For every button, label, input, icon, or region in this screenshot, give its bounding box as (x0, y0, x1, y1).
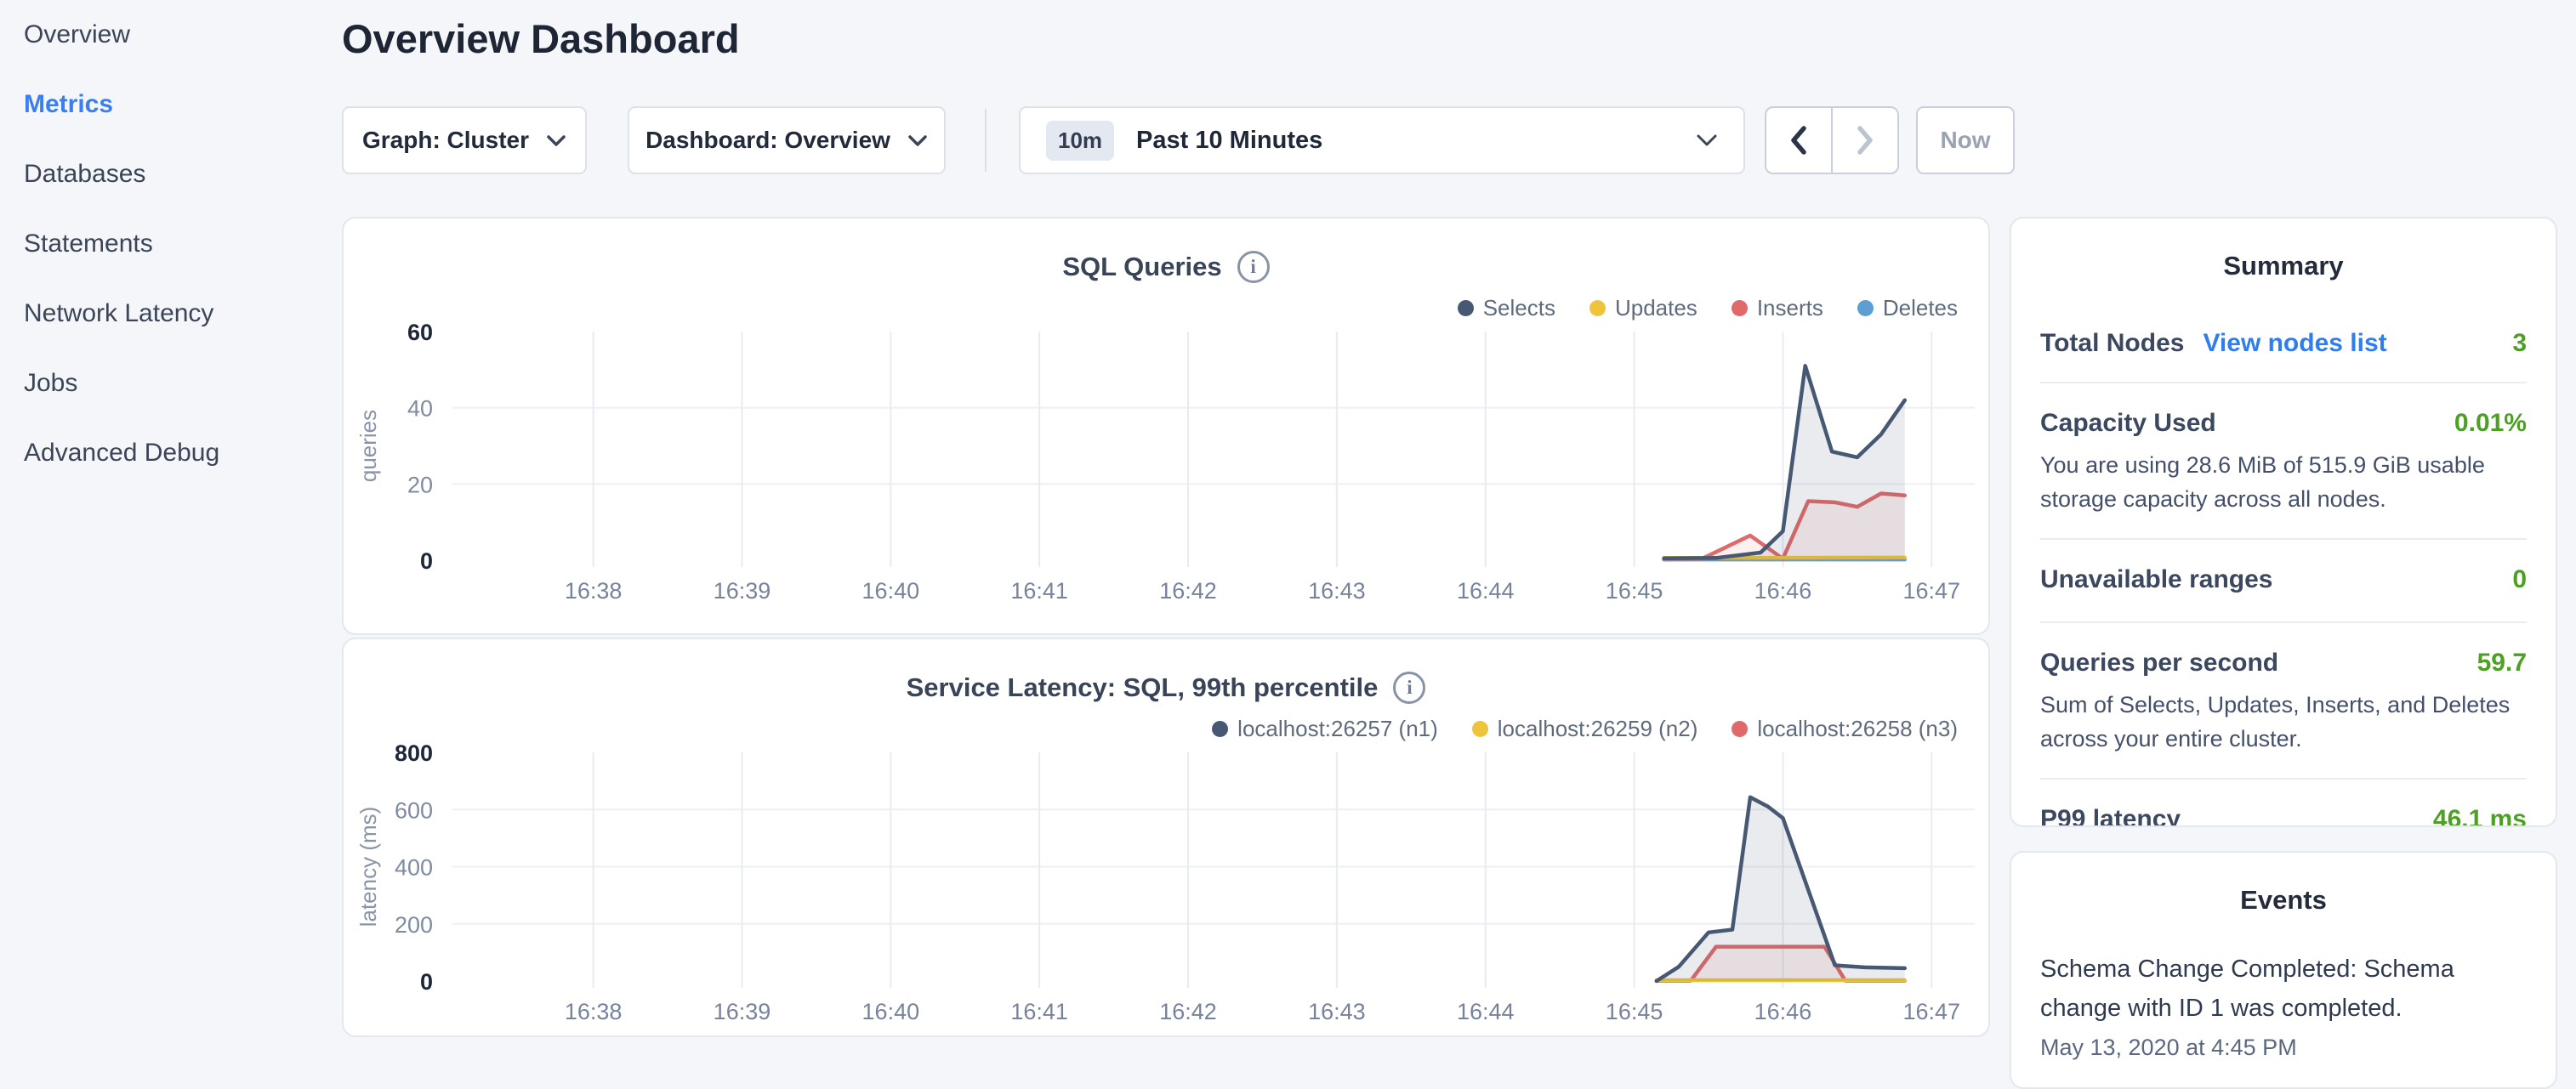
svg-text:20: 20 (407, 472, 433, 497)
chevron-down-icon (907, 134, 928, 147)
page-title: Overview Dashboard (342, 15, 740, 62)
svg-text:40: 40 (407, 396, 433, 422)
svg-text:800: 800 (395, 740, 433, 766)
dashboard-dropdown-label: Dashboard: Overview (645, 127, 890, 154)
dashboard-dropdown[interactable]: Dashboard: Overview (628, 106, 946, 174)
summary-row-value: 59.7 (2477, 649, 2527, 678)
svg-text:queries: queries (355, 410, 381, 482)
svg-text:0: 0 (420, 969, 433, 995)
svg-text:60: 60 (407, 320, 433, 345)
chevron-down-icon (1696, 133, 1718, 147)
svg-text:16:41: 16:41 (1010, 999, 1068, 1024)
svg-text:latency (ms): latency (ms) (355, 807, 381, 927)
summary-row-value: 0 (2512, 565, 2527, 594)
svg-text:16:45: 16:45 (1606, 999, 1663, 1024)
chevron-left-icon (1788, 124, 1809, 156)
summary-row-label: P99 latency (2040, 805, 2181, 827)
sidebar-item-network-latency[interactable]: Network Latency (0, 279, 340, 349)
svg-text:16:39: 16:39 (714, 999, 771, 1024)
summary-row-label: Capacity Used (2040, 409, 2216, 438)
svg-text:16:43: 16:43 (1308, 999, 1366, 1024)
summary-row-unavailable-ranges: Unavailable ranges 0 (2011, 565, 2556, 594)
svg-text:16:42: 16:42 (1159, 578, 1217, 604)
sidebar-item-advanced-debug[interactable]: Advanced Debug (0, 418, 340, 488)
summary-row-label: Queries per second (2040, 649, 2278, 678)
time-backward-button[interactable] (1766, 108, 1831, 173)
summary-row-capacity-used: Capacity Used 0.01% (2011, 409, 2556, 438)
view-nodes-list-link[interactable]: View nodes list (2203, 329, 2386, 358)
event-timestamp: May 13, 2020 at 4:45 PM (2011, 1035, 2556, 1061)
svg-text:400: 400 (395, 855, 433, 881)
divider (2040, 538, 2527, 540)
summary-row-p99-latency: P99 latency 46.1 ms (2011, 805, 2556, 827)
svg-text:200: 200 (395, 912, 433, 938)
svg-text:16:40: 16:40 (862, 578, 920, 604)
sidebar-item-databases[interactable]: Databases (0, 139, 340, 209)
graph-dropdown[interactable]: Graph: Cluster (342, 106, 587, 174)
summary-row-label: Unavailable ranges (2040, 565, 2272, 594)
sql-queries-plot: 16:38 16:39 16:40 16:41 16:42 16:43 16:44 16:45… (344, 218, 1990, 635)
time-range-selector[interactable]: 10m Past 10 Minutes (1019, 106, 1745, 174)
divider (2040, 621, 2527, 623)
svg-text:16:44: 16:44 (1457, 578, 1515, 604)
summary-row-value: 3 (2512, 329, 2527, 358)
svg-text:16:47: 16:47 (1903, 578, 1961, 604)
divider (2040, 778, 2527, 780)
summary-title: Summary (2011, 251, 2556, 281)
graph-dropdown-label: Graph: Cluster (362, 127, 529, 154)
chevron-right-icon (1855, 124, 1875, 156)
svg-text:16:47: 16:47 (1903, 999, 1961, 1024)
event-message: Schema Change Completed: Schema change w… (2011, 950, 2556, 1028)
events-title: Events (2011, 885, 2556, 916)
service-latency-plot: 16:38 16:39 16:40 16:41 16:42 16:43 16:44 16:45… (344, 639, 1990, 1037)
chevron-down-icon (546, 134, 566, 147)
summary-panel: Summary Total Nodes View nodes list 3 Ca… (2010, 217, 2557, 827)
summary-row-queries-per-second: Queries per second 59.7 (2011, 649, 2556, 678)
sql-queries-chart-card: SQL Queries i SelectsUpdatesInsertsDelet… (342, 217, 1990, 635)
toolbar-divider (985, 109, 987, 172)
svg-text:16:38: 16:38 (565, 999, 623, 1024)
sidebar: Overview Metrics Databases Statements Ne… (0, 0, 340, 1051)
svg-text:16:39: 16:39 (714, 578, 771, 604)
summary-row-total-nodes: Total Nodes View nodes list 3 (2011, 329, 2556, 358)
service-latency-chart-card: Service Latency: SQL, 99th percentile i … (342, 638, 1990, 1037)
sidebar-item-overview[interactable]: Overview (0, 0, 340, 70)
event-list-item: Schema Change Completed: Schema change w… (2011, 950, 2556, 1061)
sidebar-item-jobs[interactable]: Jobs (0, 349, 340, 418)
svg-text:16:40: 16:40 (862, 999, 920, 1024)
time-forward-button[interactable] (1833, 108, 1897, 173)
time-pager (1765, 106, 1899, 174)
sidebar-item-statements[interactable]: Statements (0, 209, 340, 279)
svg-text:0: 0 (420, 548, 433, 574)
svg-text:16:38: 16:38 (565, 578, 623, 604)
svg-text:16:44: 16:44 (1457, 999, 1515, 1024)
time-range-label: Past 10 Minutes (1136, 127, 1322, 155)
summary-row-description: You are using 28.6 MiB of 515.9 GiB usab… (2011, 448, 2556, 516)
svg-text:16:43: 16:43 (1308, 578, 1366, 604)
divider (2040, 382, 2527, 383)
summary-row-label: Total Nodes (2040, 329, 2184, 358)
summary-row-value: 0.01% (2454, 409, 2527, 438)
svg-text:600: 600 (395, 797, 433, 823)
svg-text:16:42: 16:42 (1159, 999, 1217, 1024)
svg-text:16:45: 16:45 (1606, 578, 1663, 604)
sidebar-item-metrics[interactable]: Metrics (0, 70, 340, 139)
events-panel: Events Schema Change Completed: Schema c… (2010, 851, 2557, 1089)
summary-row-description: Sum of Selects, Updates, Inserts, and De… (2011, 688, 2556, 756)
svg-text:16:46: 16:46 (1754, 578, 1812, 604)
now-button[interactable]: Now (1916, 106, 2015, 174)
svg-text:16:41: 16:41 (1010, 578, 1068, 604)
summary-row-value: 46.1 ms (2433, 805, 2527, 827)
time-range-badge: 10m (1046, 121, 1114, 161)
svg-text:16:46: 16:46 (1754, 999, 1812, 1024)
